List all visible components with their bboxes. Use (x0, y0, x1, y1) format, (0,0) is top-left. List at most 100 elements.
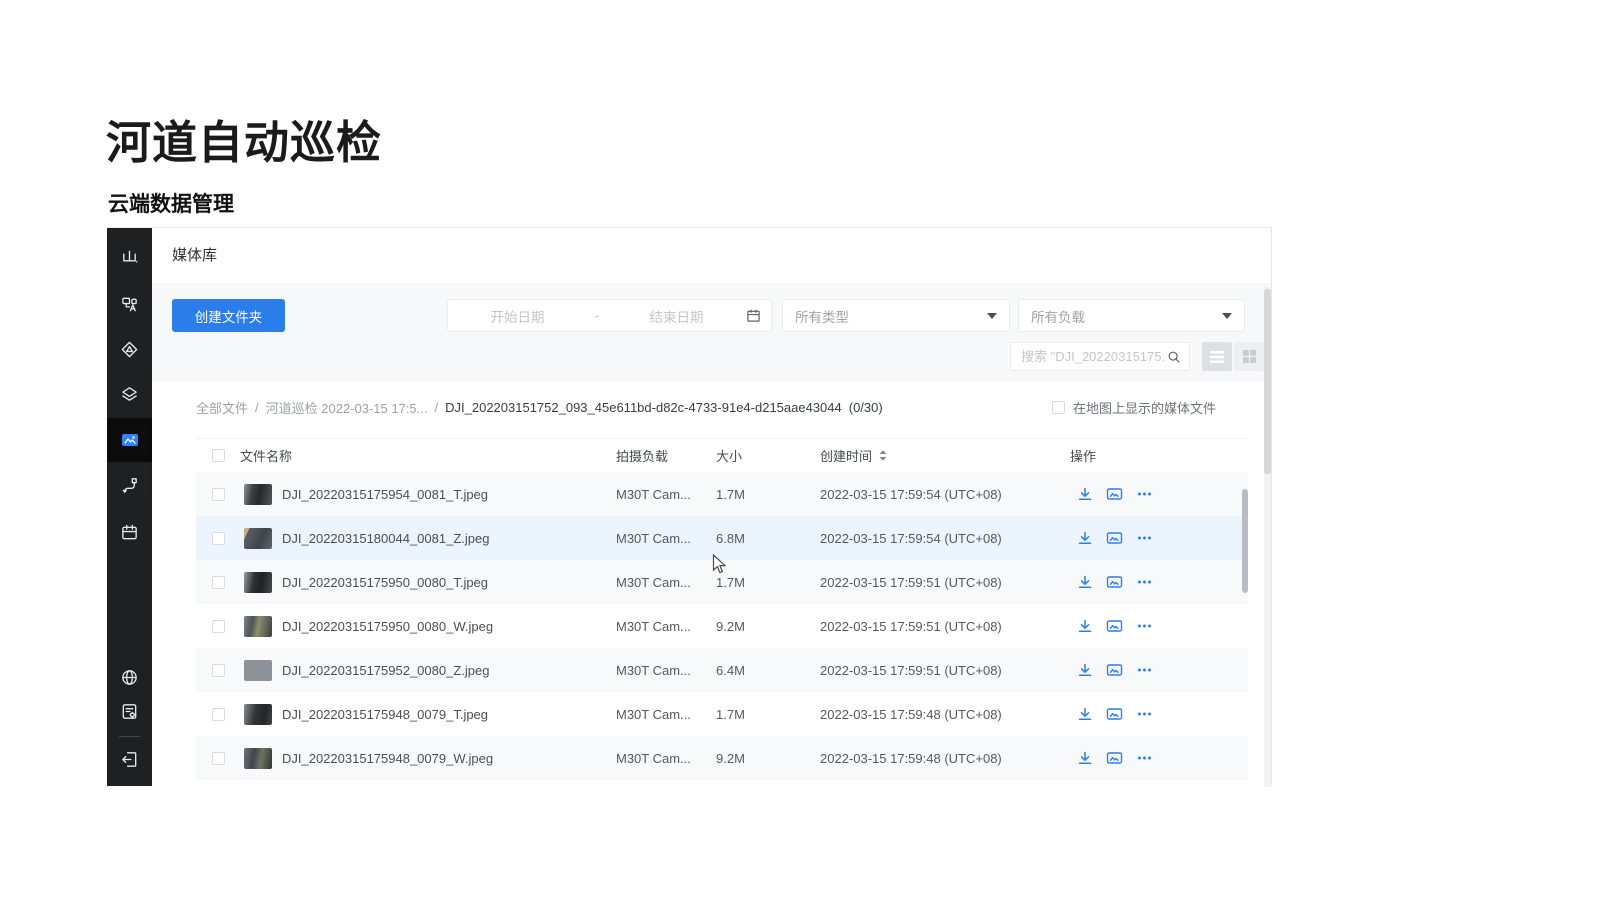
file-thumbnail[interactable] (244, 484, 272, 505)
page-scrollbar-thumb[interactable] (1264, 289, 1271, 474)
start-date-field[interactable]: 开始日期 (448, 306, 587, 326)
file-created: 2022-03-15 17:59:54 (UTC+08) (820, 531, 1070, 546)
search-box[interactable] (1010, 342, 1190, 371)
download-icon[interactable] (1077, 618, 1093, 634)
table-row[interactable]: DJI_20220315175952_0080_Z.jpeg M30T Cam.… (196, 648, 1248, 692)
table-row[interactable]: DJI_20220315175950_0080_T.jpeg M30T Cam.… (196, 560, 1248, 604)
file-size: 1.7M (716, 575, 820, 590)
file-created: 2022-03-15 17:59:48 (UTC+08) (820, 707, 1070, 722)
download-icon[interactable] (1077, 662, 1093, 678)
create-folder-button[interactable]: 创建文件夹 (172, 299, 285, 332)
type-filter-dropdown[interactable]: 所有类型 (782, 299, 1010, 332)
table-scrollbar-thumb[interactable] (1242, 489, 1248, 593)
file-thumbnail[interactable] (244, 572, 272, 593)
app-header: 媒体库 (152, 228, 1271, 285)
sidebar-item-task-log[interactable] (107, 689, 152, 733)
file-name: DJI_20220315175952_0080_Z.jpeg (282, 663, 489, 678)
search-icon[interactable] (1167, 350, 1181, 364)
download-icon[interactable] (1077, 486, 1093, 502)
sidebar-item-logout[interactable] (107, 737, 152, 781)
row-checkbox[interactable] (212, 532, 225, 545)
media-library-icon (120, 430, 140, 450)
more-actions-icon[interactable] (1136, 662, 1153, 678)
more-actions-icon[interactable] (1136, 486, 1153, 502)
sidebar-item-projects[interactable] (107, 234, 152, 278)
search-input[interactable] (1019, 348, 1167, 365)
file-thumbnail[interactable] (244, 704, 272, 725)
row-checkbox[interactable] (212, 752, 225, 765)
page-scrollbar-track[interactable] (1264, 286, 1271, 787)
date-range-picker[interactable]: 开始日期 - 结束日期 (447, 299, 772, 332)
more-actions-icon[interactable] (1136, 750, 1153, 766)
file-payload: M30T Cam... (616, 487, 716, 502)
download-icon[interactable] (1077, 574, 1093, 590)
row-checkbox[interactable] (212, 576, 225, 589)
devices-icon (120, 295, 139, 314)
view-on-map-icon[interactable] (1106, 530, 1123, 546)
view-on-map-icon[interactable] (1106, 706, 1123, 722)
list-view-button[interactable] (1202, 342, 1232, 371)
table-row[interactable]: DJI_20220315175948_0079_W.jpeg M30T Cam.… (196, 736, 1248, 780)
more-actions-icon[interactable] (1136, 574, 1153, 590)
col-created: 创建时间 (820, 446, 872, 465)
breadcrumb-folder[interactable]: 河道巡检 2022-03-15 17:5... (266, 398, 428, 417)
sidebar-item-layers[interactable] (107, 372, 152, 416)
view-on-map-icon[interactable] (1106, 618, 1123, 634)
more-actions-icon[interactable] (1136, 618, 1153, 634)
sort-icon[interactable] (878, 449, 888, 462)
row-checkbox[interactable] (212, 620, 225, 633)
view-on-map-icon[interactable] (1106, 486, 1123, 502)
row-checkbox[interactable] (212, 664, 225, 677)
file-thumbnail[interactable] (244, 528, 272, 549)
sidebar-item-route[interactable] (107, 463, 152, 507)
file-created: 2022-03-15 17:59:51 (UTC+08) (820, 575, 1070, 590)
file-size: 1.7M (716, 487, 820, 502)
row-checkbox[interactable] (212, 488, 225, 501)
grid-view-button[interactable] (1234, 342, 1264, 371)
download-icon[interactable] (1077, 530, 1093, 546)
table-row[interactable]: DJI_20220315175950_0080_W.jpeg M30T Cam.… (196, 604, 1248, 648)
payload-filter-dropdown[interactable]: 所有负载 (1018, 299, 1245, 332)
grid-view-icon (1242, 349, 1257, 364)
file-payload: M30T Cam... (616, 663, 716, 678)
table-header: 文件名称 拍摄负载 大小 创建时间 操作 (196, 439, 1248, 472)
download-icon[interactable] (1077, 750, 1093, 766)
view-on-map-icon[interactable] (1106, 574, 1123, 590)
breadcrumb: 全部文件 / 河道巡检 2022-03-15 17:5... / DJI_202… (196, 398, 883, 417)
row-actions (1070, 618, 1248, 634)
table-row[interactable]: DJI_20220315175954_0081_T.jpeg M30T Cam.… (196, 472, 1248, 516)
more-actions-icon[interactable] (1136, 706, 1153, 722)
file-name: DJI_20220315175948_0079_T.jpeg (282, 707, 488, 722)
more-actions-icon[interactable] (1136, 530, 1153, 546)
sidebar-item-map-area[interactable] (107, 327, 152, 371)
view-on-map-icon[interactable] (1106, 750, 1123, 766)
file-thumbnail[interactable] (244, 660, 272, 681)
payload-filter-value: 所有负载 (1031, 306, 1085, 326)
table-row[interactable]: DJI_20220315175948_0079_T.jpeg M30T Cam.… (196, 692, 1248, 736)
file-size: 1.7M (716, 707, 820, 722)
breadcrumb-all-files[interactable]: 全部文件 (196, 398, 248, 417)
file-name: DJI_20220315175948_0079_W.jpeg (282, 751, 493, 766)
col-actions: 操作 (1070, 446, 1248, 465)
sidebar-item-flight-plan[interactable] (107, 510, 152, 554)
show-on-map-checkbox[interactable] (1052, 401, 1065, 414)
table-row[interactable]: DJI_20220315180044_0081_Z.jpeg M30T Cam.… (196, 516, 1248, 560)
download-icon[interactable] (1077, 706, 1093, 722)
col-size: 大小 (716, 446, 820, 465)
view-on-map-icon[interactable] (1106, 662, 1123, 678)
sidebar-item-media-library[interactable] (107, 418, 152, 462)
file-created: 2022-03-15 17:59:48 (UTC+08) (820, 751, 1070, 766)
select-all-checkbox[interactable] (212, 449, 225, 462)
projects-mountain-icon (120, 247, 139, 266)
show-on-map-label: 在地图上显示的媒体文件 (1073, 398, 1216, 417)
file-name: DJI_20220315175950_0080_T.jpeg (282, 575, 488, 590)
show-on-map-toggle[interactable]: 在地图上显示的媒体文件 (1052, 398, 1216, 417)
file-size: 6.4M (716, 663, 820, 678)
sidebar-item-devices[interactable] (107, 282, 152, 326)
page-subtitle: 云端数据管理 (108, 188, 234, 218)
row-checkbox[interactable] (212, 708, 225, 721)
layers-icon (120, 385, 139, 404)
file-thumbnail[interactable] (244, 616, 272, 637)
file-thumbnail[interactable] (244, 748, 272, 769)
end-date-field[interactable]: 结束日期 (607, 306, 746, 326)
